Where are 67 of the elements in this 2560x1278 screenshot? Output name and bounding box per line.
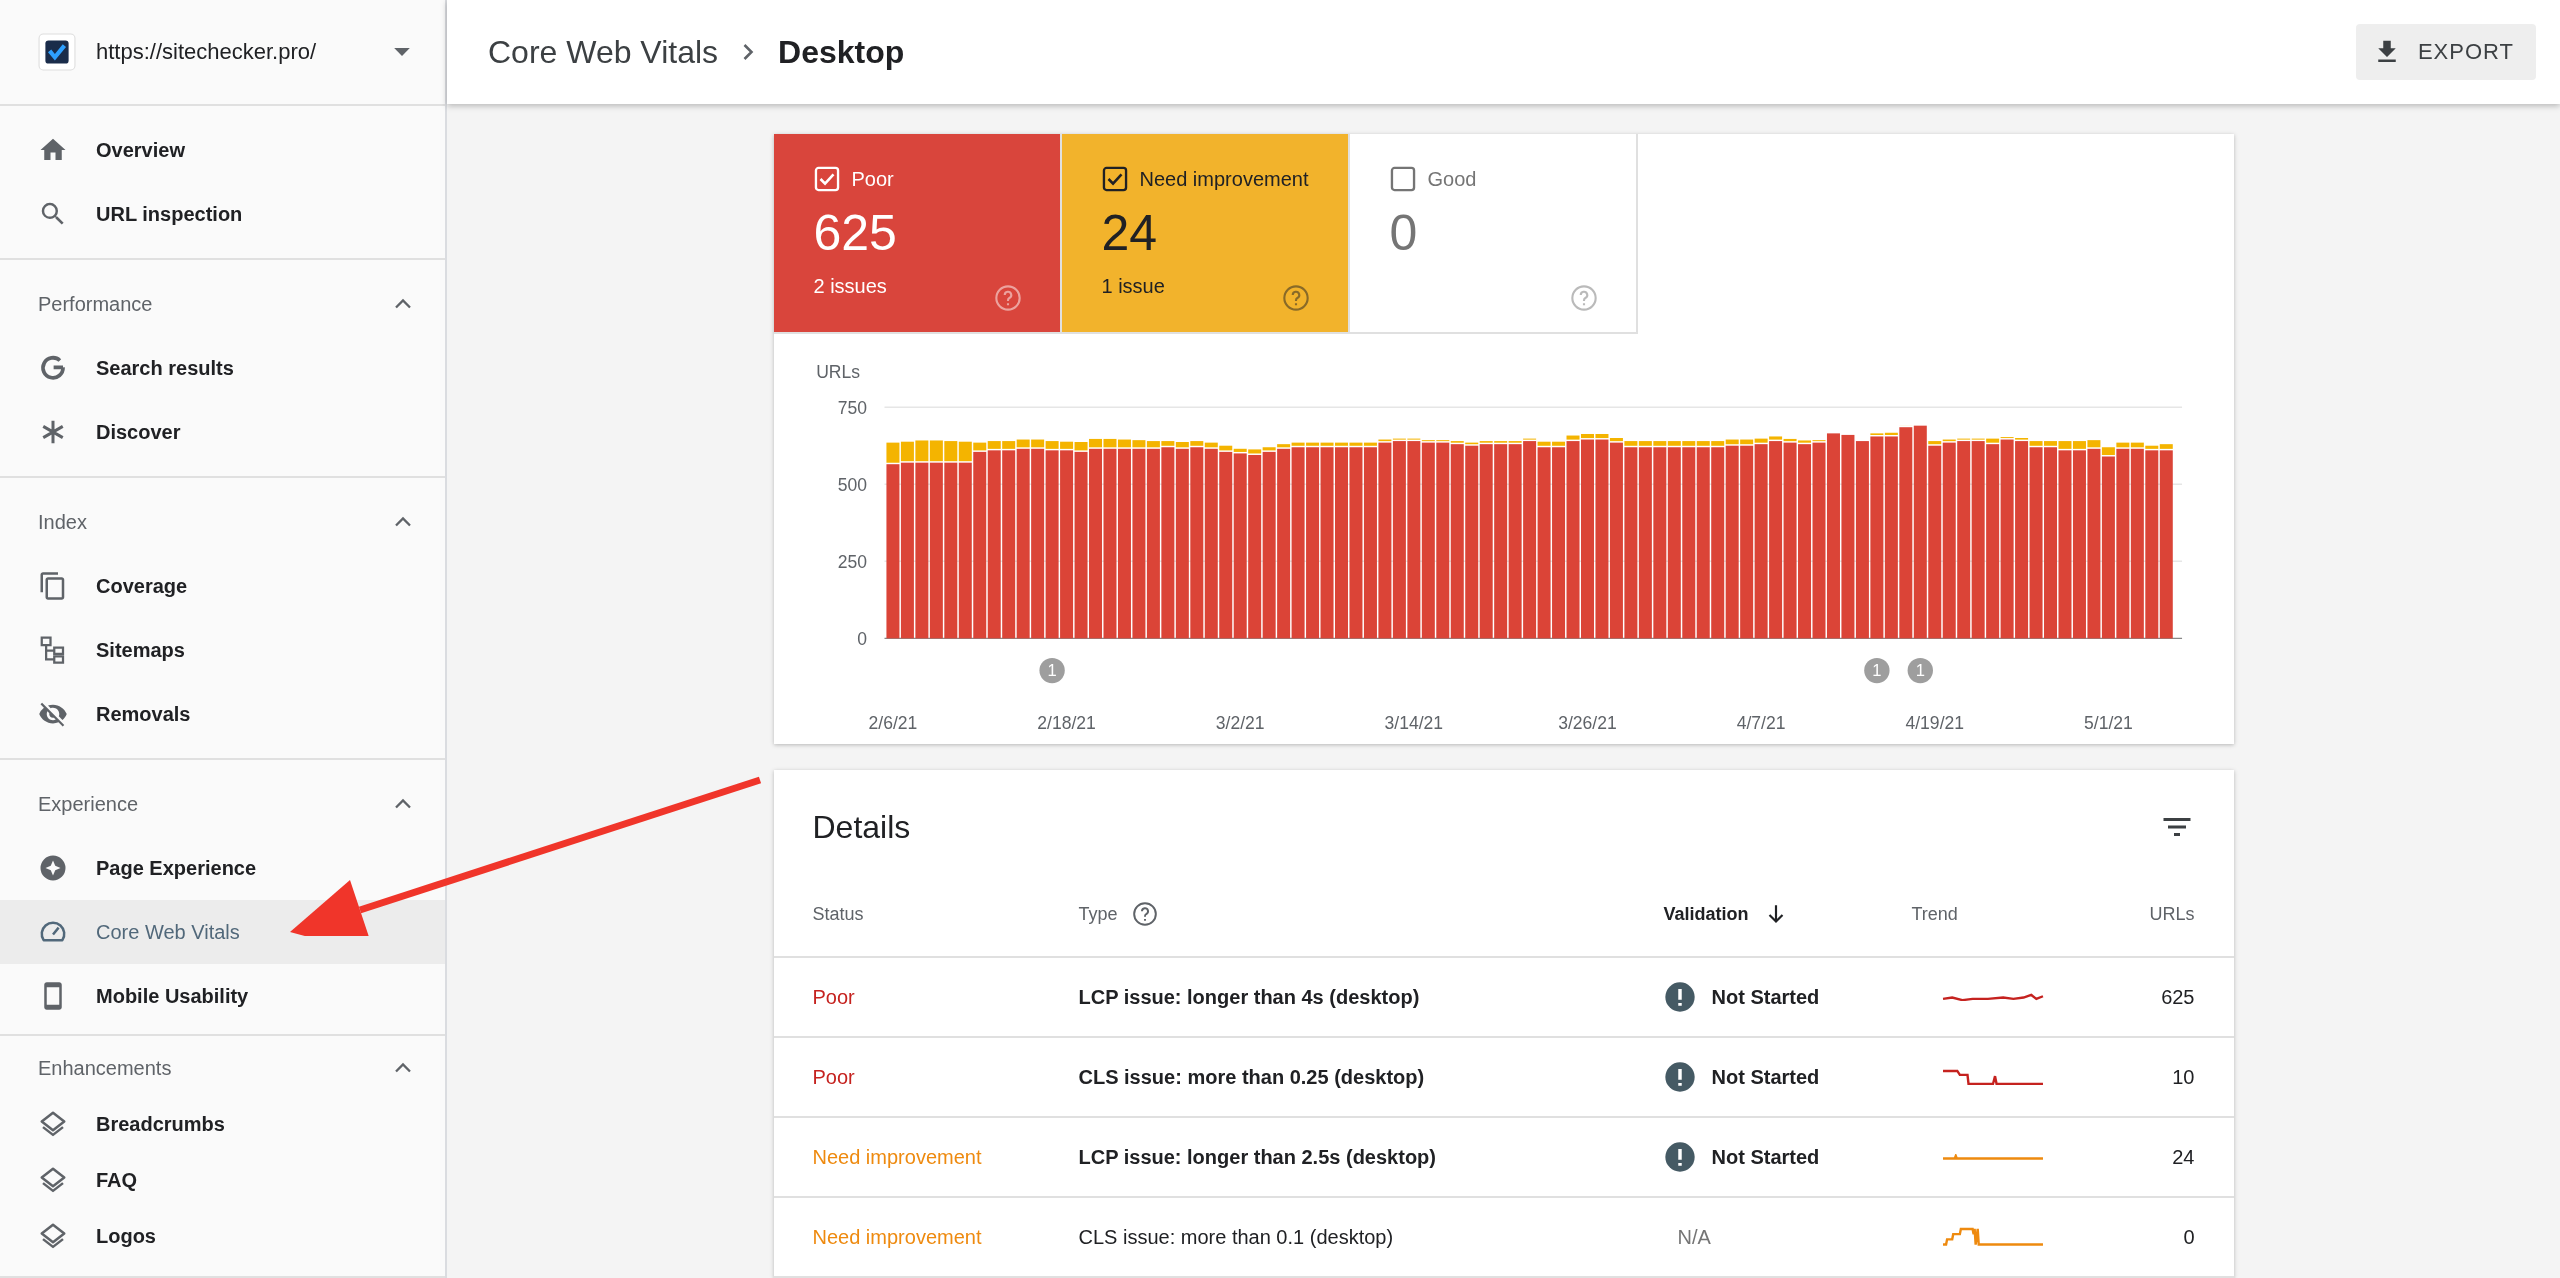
status-cell-text: Poor: [812, 985, 856, 1009]
nav-item[interactable]: Logos: [0, 1208, 445, 1264]
nav-item[interactable]: Discover: [0, 400, 445, 464]
column-header[interactable]: Type: [1078, 901, 1664, 927]
nav-item[interactable]: URL inspection: [0, 182, 445, 246]
tile-label: Need improvement: [1139, 167, 1309, 191]
property-selector[interactable]: https://sitechecker.pro/: [0, 0, 445, 106]
validation-status: N/A: [1677, 1225, 1711, 1249]
column-header[interactable]: Validation: [1663, 901, 1912, 927]
y-tick-label: 0: [856, 629, 867, 650]
x-tick-label: 3/14/21: [1384, 713, 1443, 734]
type-cell[interactable]: LCP issue: longer than 4s (desktop): [1078, 985, 1664, 1009]
tile-count: 625: [813, 206, 898, 261]
validation-status: Not Started: [1711, 985, 1820, 1009]
tile-label: Good: [1427, 167, 1477, 191]
export-button[interactable]: EXPORT: [2355, 24, 2536, 80]
x-tick-label: 5/1/21: [2083, 713, 2133, 734]
url-count-cell-text: 10: [2171, 1065, 2195, 1089]
tile-count: 0: [1389, 206, 1419, 261]
tile-label: Poor: [851, 167, 894, 191]
type-cell[interactable]: CLS issue: more than 0.1 (desktop): [1078, 1225, 1664, 1249]
type-cell[interactable]: LCP issue: longer than 2.5s (desktop): [1078, 1145, 1664, 1169]
y-tick-label: 750: [837, 398, 867, 418]
status-cell-text: Need improvement: [812, 1225, 983, 1249]
url-count-cell-text: 24: [2171, 1145, 2195, 1169]
nav-item[interactable]: Coverage: [0, 554, 445, 618]
nav-item[interactable]: Page Experience: [0, 836, 445, 900]
nav-item[interactable]: Sitemaps: [0, 618, 445, 682]
x-tick-label: 4/19/21: [1905, 713, 1964, 734]
y-axis-label: URLs: [815, 361, 860, 382]
y-tick-label: 250: [837, 552, 867, 573]
x-tick-label: 4/7/21: [1736, 713, 1785, 734]
status-cell-text: Need improvement: [812, 1145, 983, 1169]
section-header[interactable]: Experience: [0, 772, 445, 836]
section-header[interactable]: Enhancements: [0, 1040, 445, 1096]
nav-item[interactable]: Mobile Usability: [0, 964, 445, 1028]
nav-item[interactable]: Breadcrumbs: [0, 1096, 445, 1152]
validation-status: Not Started: [1711, 1145, 1820, 1169]
nav-item[interactable]: Removals: [0, 682, 445, 746]
url-count-cell-text: 625: [2160, 985, 2195, 1009]
column-header[interactable]: URLs: [2074, 903, 2195, 925]
tile-subtitle: 2 issues: [813, 275, 887, 298]
section-header[interactable]: Index: [0, 490, 445, 554]
tile-count: 24: [1101, 206, 1159, 261]
column-header[interactable]: Trend: [1911, 903, 2075, 925]
nav-item[interactable]: FAQ: [0, 1152, 445, 1208]
site-url: https://sitechecker.pro/: [96, 39, 318, 65]
status-tile[interactable]: Good 0: [1349, 134, 1638, 334]
x-tick-label: 3/26/21: [1557, 713, 1617, 734]
nav-item[interactable]: Overview: [0, 118, 445, 182]
breadcrumb-item[interactable]: Core Web Vitals: [488, 33, 719, 71]
x-tick-label: 2/6/21: [868, 713, 917, 734]
validation-status: Not Started: [1711, 1065, 1820, 1089]
y-tick-label: 500: [837, 475, 867, 496]
status-tile[interactable]: Need improvement 24 1 issue: [1061, 134, 1350, 334]
nav-item[interactable]: Search results: [0, 336, 445, 400]
type-cell[interactable]: CLS issue: more than 0.25 (desktop): [1078, 1065, 1664, 1089]
status-cell-text: Poor: [812, 1065, 856, 1089]
x-tick-label: 3/2/21: [1215, 713, 1265, 734]
section-header[interactable]: Performance: [0, 272, 445, 336]
column-header[interactable]: Status: [812, 903, 1079, 925]
details-title: Details: [812, 808, 911, 846]
url-count-cell-text: 0: [2182, 1225, 2195, 1249]
nav-item[interactable]: Core Web Vitals: [0, 900, 445, 964]
breadcrumb-item: Desktop: [778, 33, 905, 71]
tile-subtitle: 1 issue: [1101, 275, 1165, 298]
x-tick-label: 2/18/21: [1036, 713, 1096, 734]
